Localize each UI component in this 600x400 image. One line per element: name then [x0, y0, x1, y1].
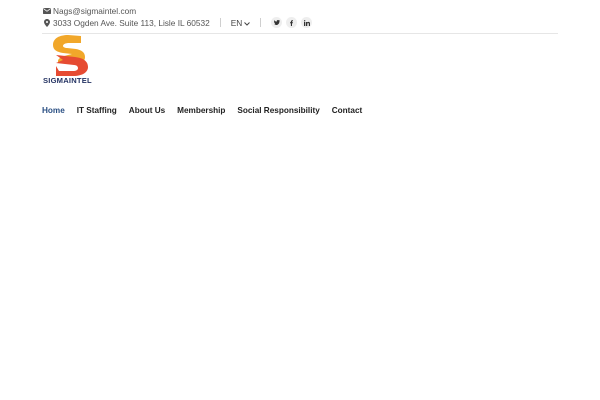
- top-contact-bar: Nags@sigmaintel.com 3033 Ogden Ave. Suit…: [42, 5, 558, 33]
- map-pin-icon: [42, 18, 51, 28]
- sigmaintel-logo[interactable]: SIGMAINTEL: [42, 35, 96, 85]
- language-selector[interactable]: EN: [231, 18, 251, 28]
- divider: [219, 18, 221, 27]
- facebook-icon[interactable]: [286, 17, 298, 28]
- nav-item-about-us[interactable]: About Us: [129, 106, 165, 115]
- email-link[interactable]: Nags@sigmaintel.com: [53, 6, 136, 16]
- nav-item-social-responsibility[interactable]: Social Responsibility: [237, 106, 319, 115]
- language-label: EN: [230, 17, 243, 28]
- email-row: Nags@sigmaintel.com: [42, 6, 136, 16]
- address-row: 3033 Ogden Ave. Suite 113, Lisle IL 6053…: [42, 17, 313, 28]
- nav-item-contact[interactable]: Contact: [332, 106, 362, 115]
- linkedin-icon[interactable]: [301, 17, 313, 28]
- twitter-icon[interactable]: [271, 17, 283, 28]
- nav-item-it-staffing[interactable]: IT Staffing: [77, 106, 117, 115]
- nav-item-home[interactable]: Home: [42, 106, 65, 115]
- logo-text: SIGMAINTEL: [43, 76, 92, 85]
- header-divider: [42, 33, 558, 34]
- nav-item-membership[interactable]: Membership: [177, 106, 225, 115]
- divider: [260, 18, 262, 27]
- page: Nags@sigmaintel.com 3033 Ogden Ave. Suit…: [0, 0, 600, 400]
- address-text: 3033 Ogden Ave. Suite 113, Lisle IL 6053…: [53, 17, 210, 28]
- main-nav: Home IT Staffing About Us Membership Soc…: [42, 106, 362, 115]
- social-links: [271, 17, 313, 28]
- envelope-icon: [42, 6, 51, 16]
- chevron-down-icon: [244, 18, 251, 28]
